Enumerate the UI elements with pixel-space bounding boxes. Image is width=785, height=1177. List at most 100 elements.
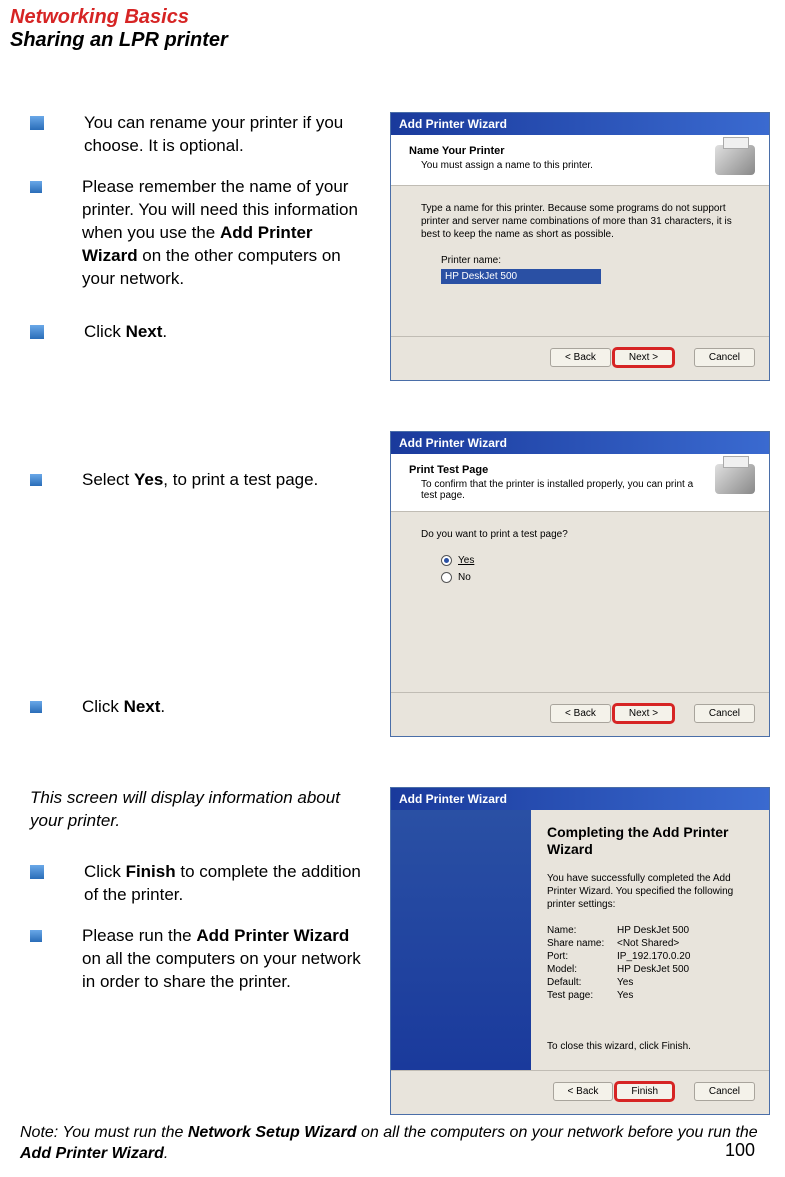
bullet-text: Please run the Add Printer Wizard on all…	[82, 925, 370, 994]
printer-name-label: Printer name:	[421, 255, 739, 266]
wizard-header-title: Name Your Printer	[409, 145, 705, 157]
summary-key: Default:	[547, 977, 617, 988]
bullet-icon	[30, 474, 42, 486]
text-strong: Yes	[134, 470, 163, 489]
summary-key: Model:	[547, 964, 617, 975]
text: Click	[84, 862, 126, 881]
summary-row: Name:HP DeskJet 500	[547, 925, 753, 936]
radio-label: No	[458, 572, 471, 583]
text-strong: Next	[126, 322, 163, 341]
wizard-header-sub: To confirm that the printer is installed…	[409, 479, 705, 501]
summary-row: Model:HP DeskJet 500	[547, 964, 753, 975]
text: Click	[82, 697, 124, 716]
footer-note: Note: You must run the Network Setup Wiz…	[10, 1123, 775, 1165]
cancel-button[interactable]: Cancel	[694, 348, 755, 367]
summary-value: Yes	[617, 977, 633, 988]
section-3-screenshot: Add Printer Wizard Completing the Add Pr…	[390, 787, 770, 1115]
bullet-item: You can rename your printer if you choos…	[30, 112, 370, 158]
bullet-text: Click Next.	[82, 696, 165, 719]
next-button[interactable]: Next >	[612, 347, 675, 368]
bullet-icon	[30, 930, 42, 942]
wizard-titlebar: Add Printer Wizard	[391, 432, 769, 454]
summary-row: Share name:<Not Shared>	[547, 938, 753, 949]
completion-title: Completing the Add Printer Wizard	[547, 824, 753, 858]
bullet-icon	[30, 865, 44, 879]
text: Note: You must run the	[20, 1124, 188, 1141]
section-2-screenshot: Add Printer Wizard Print Test Page To co…	[390, 431, 770, 737]
wizard-body: Do you want to print a test page? Yes No	[391, 512, 769, 692]
summary-value: IP_192.170.0.20	[617, 951, 690, 962]
text-strong: Add Printer Wizard	[196, 926, 349, 945]
wizard-test-page: Add Printer Wizard Print Test Page To co…	[390, 431, 770, 737]
section-3-instructions: This screen will display information abo…	[30, 787, 390, 1115]
wizard-header: Print Test Page To confirm that the prin…	[391, 454, 769, 512]
close-instruction: To close this wizard, click Finish.	[547, 1041, 753, 1052]
completion-desc: You have successfully completed the Add …	[547, 872, 753, 911]
section-2-instructions: Select Yes, to print a test page. Click …	[30, 431, 390, 737]
section-1-screenshot: Add Printer Wizard Name Your Printer You…	[390, 112, 770, 381]
summary-key: Test page:	[547, 990, 617, 1001]
finish-button[interactable]: Finish	[614, 1081, 675, 1102]
bullet-item: Click Next.	[30, 696, 370, 719]
bullet-text: You can rename your printer if you choos…	[84, 112, 370, 158]
text: on all the computers on your network in …	[82, 949, 361, 991]
summary-row: Test page:Yes	[547, 990, 753, 1001]
wizard-completing: Add Printer Wizard Completing the Add Pr…	[390, 787, 770, 1115]
wizard-name-printer: Add Printer Wizard Name Your Printer You…	[390, 112, 770, 381]
bullet-icon	[30, 181, 42, 193]
text: on all the computers on your network bef…	[357, 1124, 758, 1141]
page-number: 100	[725, 1140, 755, 1161]
bullet-text: Select Yes, to print a test page.	[82, 469, 318, 492]
cancel-button[interactable]: Cancel	[694, 704, 755, 723]
text: Click	[84, 322, 126, 341]
bullet-icon	[30, 116, 44, 130]
section-1-instructions: You can rename your printer if you choos…	[30, 112, 390, 381]
bullet-icon	[30, 701, 42, 713]
section-3: This screen will display information abo…	[10, 787, 775, 1115]
summary-key: Share name:	[547, 938, 617, 949]
bullet-item: Click Finish to complete the addition of…	[30, 861, 370, 907]
text: Select	[82, 470, 134, 489]
radio-no[interactable]: No	[441, 572, 739, 583]
back-button[interactable]: < Back	[550, 348, 611, 367]
bullet-icon	[30, 325, 44, 339]
wizard-sidebar-graphic	[391, 810, 531, 1070]
wizard-header-title: Print Test Page	[409, 464, 705, 476]
text-strong: Finish	[126, 862, 176, 881]
summary-row: Port:IP_192.170.0.20	[547, 951, 753, 962]
text: .	[164, 1145, 168, 1162]
summary-value: HP DeskJet 500	[617, 925, 689, 936]
wizard-footer: < BackFinish Cancel	[391, 1070, 769, 1114]
bullet-item: Select Yes, to print a test page.	[30, 469, 370, 492]
bullet-text: Click Finish to complete the addition of…	[84, 861, 370, 907]
section-2: Select Yes, to print a test page. Click …	[10, 431, 775, 737]
radio-yes[interactable]: Yes	[441, 555, 739, 566]
section-title-red: Networking Basics	[10, 6, 775, 29]
wizard-body: Type a name for this printer. Because so…	[391, 186, 769, 336]
printer-icon	[715, 464, 755, 494]
cancel-button[interactable]: Cancel	[694, 1082, 755, 1101]
wizard-titlebar: Add Printer Wizard	[391, 788, 769, 810]
summary-value: <Not Shared>	[617, 938, 679, 949]
text: Please run the	[82, 926, 196, 945]
text-strong: Next	[124, 697, 161, 716]
bullet-item: Click Next.	[30, 321, 370, 344]
radio-icon	[441, 572, 452, 583]
text: .	[160, 697, 165, 716]
summary-value: HP DeskJet 500	[617, 964, 689, 975]
wizard-header-sub: You must assign a name to this printer.	[409, 160, 705, 171]
next-button[interactable]: Next >	[612, 703, 675, 724]
radio-icon	[441, 555, 452, 566]
back-button[interactable]: < Back	[550, 704, 611, 723]
back-button[interactable]: < Back	[553, 1082, 614, 1101]
printer-name-input[interactable]: HP DeskJet 500	[441, 269, 601, 284]
wizard-body: Completing the Add Printer Wizard You ha…	[391, 810, 769, 1070]
wizard-footer: < BackNext > Cancel	[391, 692, 769, 736]
summary-value: Yes	[617, 990, 633, 1001]
bullet-item: Please run the Add Printer Wizard on all…	[30, 925, 370, 994]
radio-label: Yes	[458, 555, 474, 566]
section-1: You can rename your printer if you choos…	[10, 112, 775, 381]
section-title-black: Sharing an LPR printer	[10, 29, 775, 52]
summary-row: Default:Yes	[547, 977, 753, 988]
bullet-item: Please remember the name of your printer…	[30, 176, 370, 291]
